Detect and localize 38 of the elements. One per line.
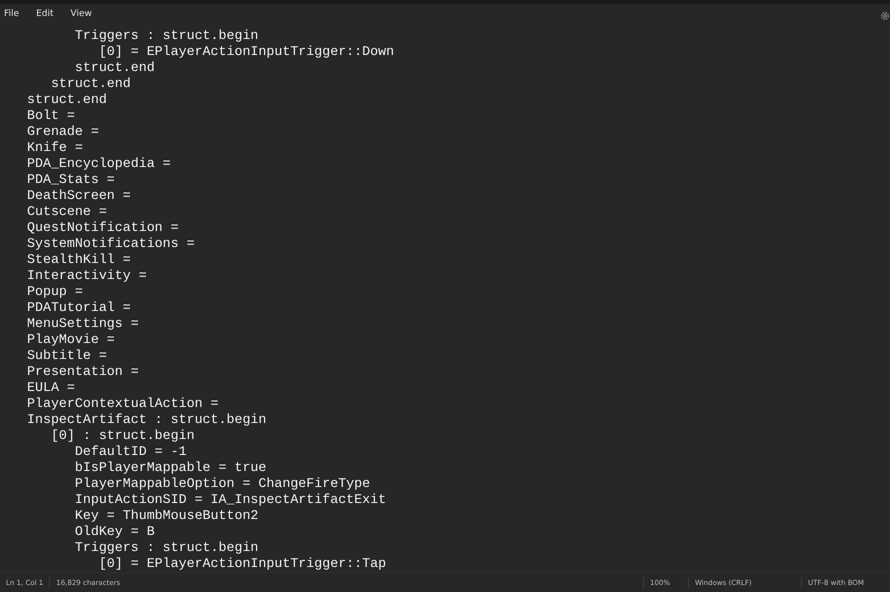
code-line: Cutscene = (27, 204, 108, 220)
code-line: InputActionSID = IA_InspectArtifactExit (74, 492, 388, 508)
code-line: bIsPlayerMappable = true (74, 460, 268, 476)
code-line: InspectArtifact : struct.begin (27, 412, 268, 428)
menu-item[interactable]: File (4, 9, 20, 19)
code-line: EULA = (27, 380, 76, 396)
code-line: Grenade = (27, 124, 100, 140)
code-line: DefaultID = -1 (74, 444, 188, 460)
code-line: Interactivity = (27, 268, 148, 284)
menu-item[interactable]: View (70, 9, 92, 19)
code-line: DeathScreen = (27, 188, 132, 204)
code-line: PlayerContextualAction = (27, 396, 220, 412)
code-line: QuestNotification = (27, 220, 180, 236)
code-line: StealthKill = (27, 252, 132, 268)
code-line: Knife = (27, 140, 84, 156)
code-line: Subtitle = (27, 348, 108, 364)
code-line: [0] = EPlayerActionInputTrigger::Down (98, 44, 396, 60)
code-line: Triggers : struct.begin (74, 540, 260, 556)
code-line: [0] : struct.begin (50, 428, 196, 444)
code-line: struct.end (50, 76, 132, 92)
code-line: Presentation = (27, 364, 140, 380)
code-line: struct.end (74, 60, 156, 76)
code-line: Bolt = (27, 108, 76, 124)
code-line: OldKey = B (74, 524, 156, 540)
code-line: PDATutorial = (27, 300, 132, 316)
code-line: PlayerMappableOption = ChangeFireType (74, 476, 372, 492)
code-line: [0] = EPlayerActionInputTrigger::Tap (98, 556, 388, 572)
code-line: MenuSettings = (27, 316, 140, 332)
code-line: struct.end (27, 92, 108, 108)
code-line: Key = ThumbMouseButton2 (74, 508, 260, 524)
code-line: Popup = (27, 284, 84, 300)
settings-icon[interactable] (880, 11, 890, 21)
menu-item[interactable]: Edit (36, 9, 54, 19)
code-line: PDA_Stats = (27, 172, 116, 188)
code-line: PlayMovie = (27, 332, 116, 348)
code-line: PDA_Encyclopedia = (27, 156, 172, 172)
code-line: Triggers : struct.begin (74, 28, 260, 44)
code-line: SystemNotifications = (27, 236, 196, 252)
